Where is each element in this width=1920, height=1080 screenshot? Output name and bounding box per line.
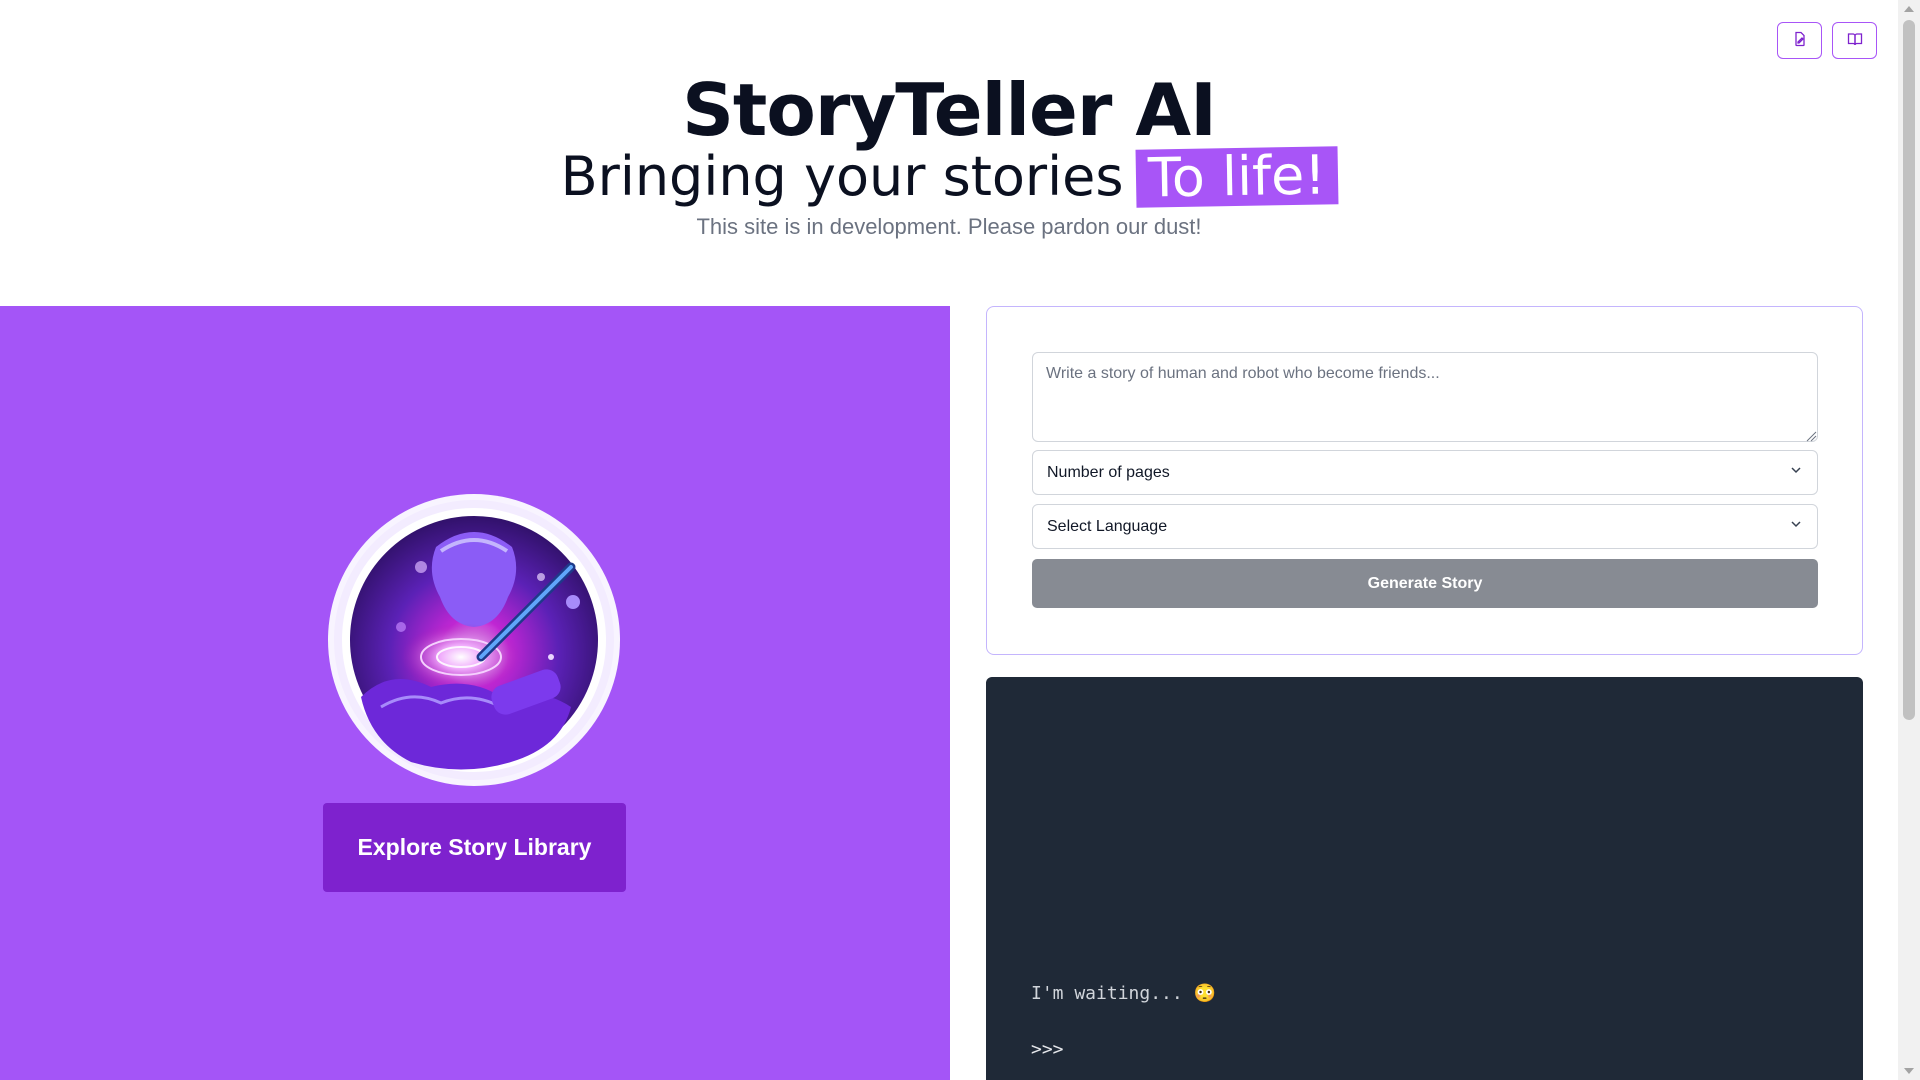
subtitle-text: Bringing your stories [560, 145, 1124, 208]
scroll-up-icon[interactable] [1904, 6, 1914, 12]
scroll-down-icon[interactable] [1904, 1068, 1914, 1074]
chevron-down-icon [1789, 463, 1803, 482]
hero: StoryTeller AI Bringing your stories To … [0, 70, 1898, 240]
story-prompt-input[interactable] [1032, 352, 1818, 442]
pages-select-value: Number of pages [1047, 463, 1170, 481]
generate-story-button[interactable]: Generate Story [1032, 559, 1818, 608]
book-open-icon [1847, 31, 1863, 50]
hero-subtitle: Bringing your stories To life! [0, 143, 1898, 210]
document-edit-icon [1792, 31, 1808, 50]
subtitle-highlight: To life! [1135, 143, 1338, 210]
language-select-value: Select Language [1047, 517, 1168, 535]
console-status: I'm waiting... 😳 [1031, 983, 1216, 1004]
page: StoryTeller AI Bringing your stories To … [0, 0, 1920, 1080]
language-select[interactable]: Select Language [1032, 504, 1818, 549]
top-actions [1777, 22, 1877, 59]
development-notice: This site is in development. Please pard… [696, 214, 1202, 239]
document-edit-button[interactable] [1777, 22, 1822, 59]
pages-select[interactable]: Number of pages [1032, 450, 1818, 495]
story-form: Number of pages Select Language Generate… [986, 306, 1863, 655]
library-panel: Explore Story Library [0, 306, 950, 1080]
book-open-button[interactable] [1832, 22, 1877, 59]
storyteller-logo-illustration [342, 508, 606, 772]
scrollbar-thumb[interactable] [1903, 20, 1915, 720]
storyteller-logo [334, 500, 614, 780]
page-scrollbar[interactable] [1898, 0, 1920, 1080]
resize-handle-icon[interactable] [1805, 429, 1817, 442]
output-console: I'm waiting... 😳 >>> [986, 677, 1863, 1080]
console-prompt: >>> [1031, 1039, 1064, 1060]
page-title: StoryTeller AI [682, 68, 1217, 152]
explore-library-button[interactable]: Explore Story Library [323, 803, 626, 892]
chevron-down-icon [1789, 517, 1803, 536]
